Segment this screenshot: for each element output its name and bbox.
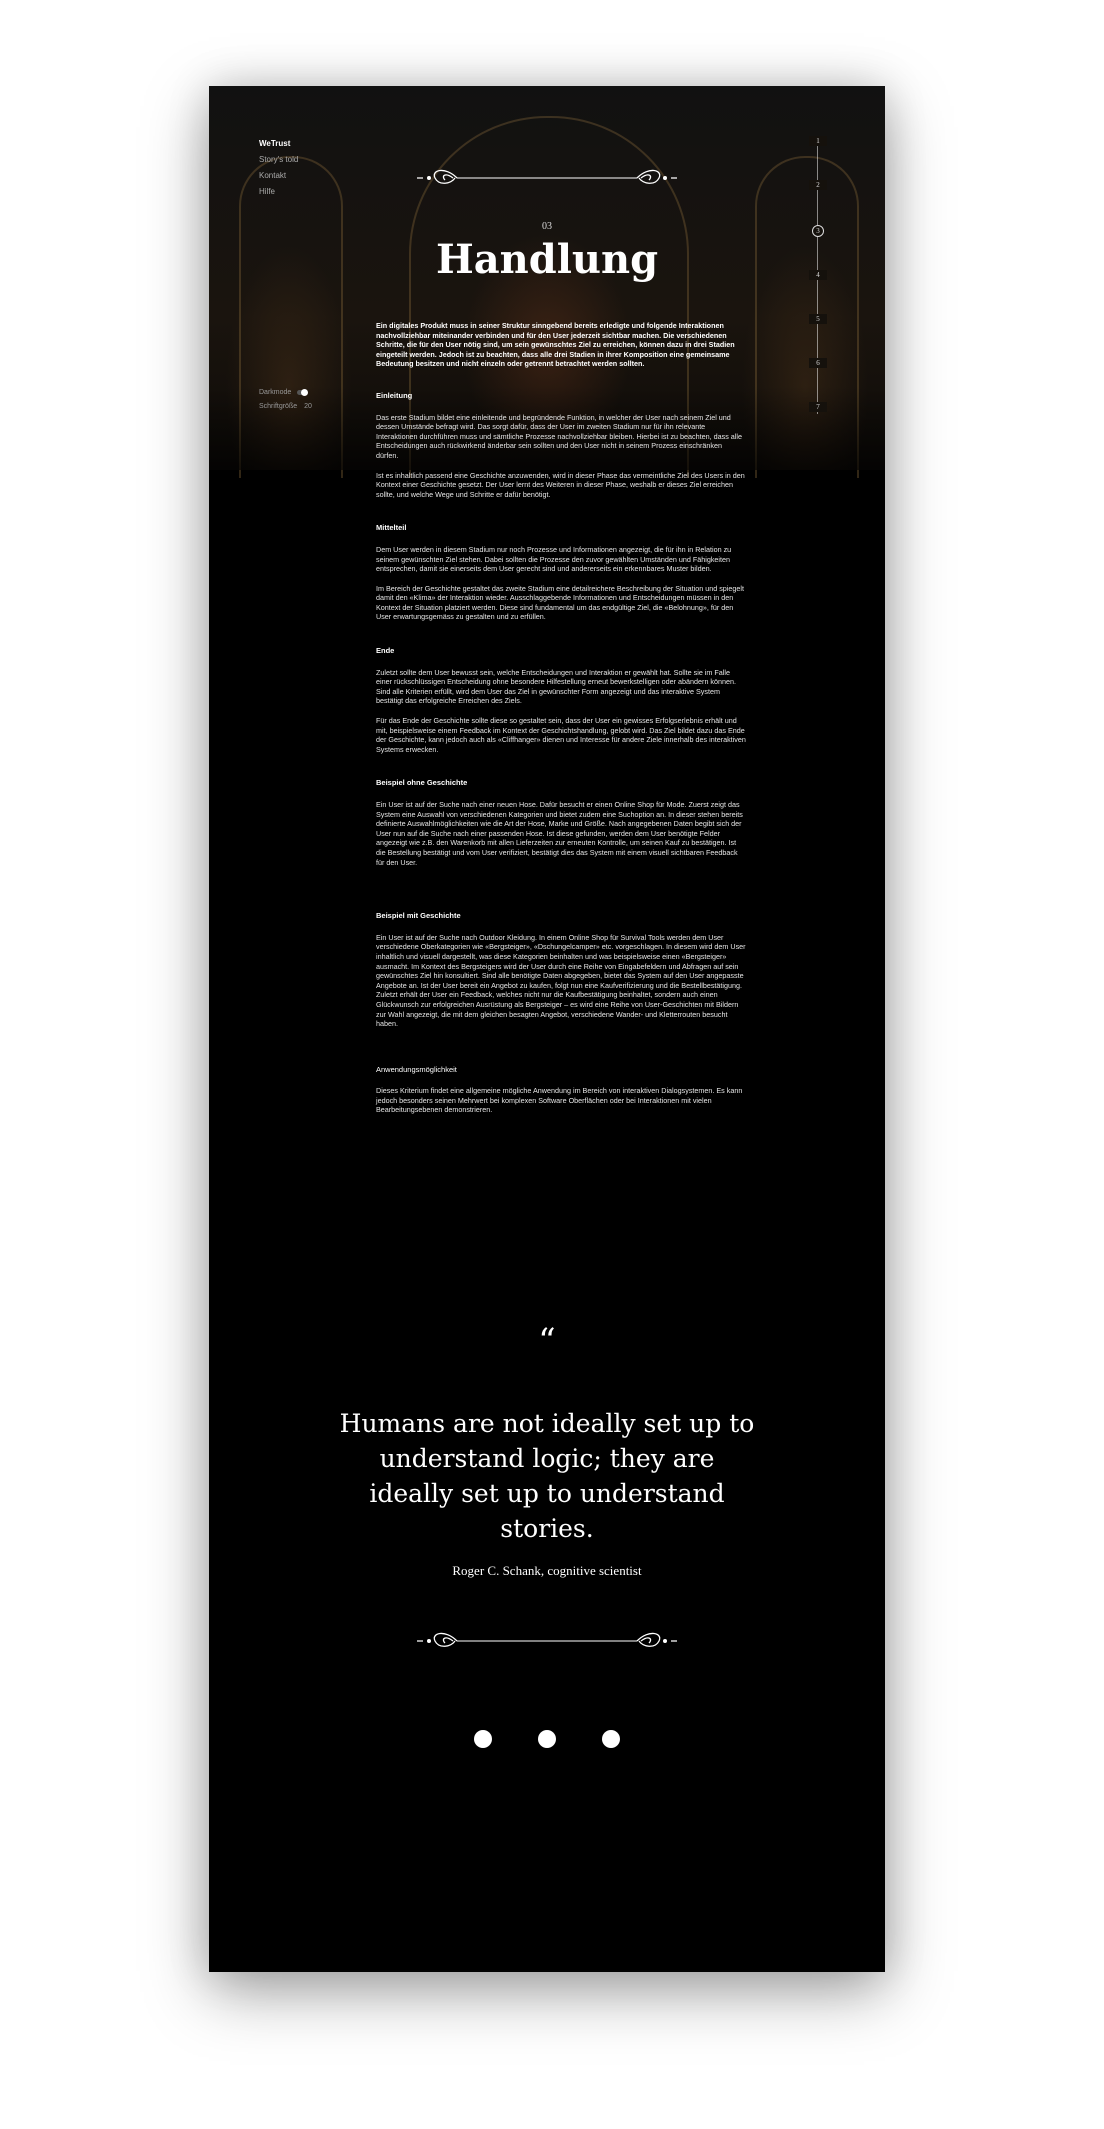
paragraph: Für das Ende der Geschichte sollte diese… — [376, 716, 746, 754]
lead-paragraph: Ein digitales Produkt muss in seiner Str… — [376, 321, 735, 369]
heading-anwendungsmoeglichkeit: Anwendungsmöglichkeit — [376, 1064, 457, 1074]
heading-ende: Ende — [376, 646, 395, 656]
pagination-dots — [209, 1730, 885, 1753]
section-number: 03 — [542, 221, 552, 232]
toggle-knob — [301, 388, 309, 396]
heading-beispiel-mit-geschichte: Beispiel mit Geschichte — [376, 911, 461, 921]
pagination-dot-3[interactable] — [602, 1730, 621, 1748]
display-settings: Darkmode Schriftgröße 20 — [259, 386, 312, 414]
darkmode-label: Darkmode — [259, 389, 292, 396]
brand-logo[interactable]: WeTrust — [259, 136, 298, 152]
font-size-label: Schriftgröße — [259, 403, 298, 410]
page-title: Handlung — [435, 236, 659, 283]
quote-author: Roger C. Schank, cognitive scientist — [452, 1563, 642, 1578]
ornament-divider-bottom-icon — [417, 1632, 677, 1647]
quote-mark-icon: “ — [538, 1321, 556, 1361]
heading-beispiel-ohne-geschichte: Beispiel ohne Geschichte — [376, 778, 468, 788]
pagination-dot-1[interactable] — [473, 1730, 492, 1748]
article-body: Ein digitales Produkt muss in seiner Str… — [376, 321, 746, 1125]
paragraph: Ein User ist auf der Suche nach Outdoor … — [376, 932, 746, 1029]
chapter-step-1[interactable]: 1 — [809, 136, 827, 146]
darkmode-setting: Darkmode — [259, 386, 312, 400]
page-frame: WeTrust Story's told Kontakt Hilfe Darkm… — [209, 86, 885, 1972]
font-size-setting: Schriftgröße 20 — [259, 400, 312, 414]
paragraph: Ist es inhaltlich passend eine Geschicht… — [376, 470, 745, 499]
paragraph: Das erste Stadium bildet eine einleitend… — [376, 412, 742, 460]
chapter-step-6[interactable]: 6 — [809, 358, 827, 368]
paragraph: Im Bereich der Geschichte gestaltet das … — [376, 583, 744, 622]
darkmode-toggle[interactable] — [297, 388, 309, 396]
heading-einleitung: Einleitung — [376, 390, 413, 400]
pagination-dot-2[interactable] — [538, 1730, 556, 1748]
paragraph: Ein User ist auf der Suche nach einer ne… — [376, 800, 743, 867]
pull-quote: Humans are not ideally set up to underst… — [339, 1409, 755, 1543]
chapter-step-5[interactable]: 5 — [809, 314, 827, 324]
paragraph: Dem User werden in diesem Stadium nur no… — [376, 544, 732, 574]
chapter-step-7[interactable]: 7 — [809, 402, 827, 412]
paragraph: Dieses Kriterium findet eine allgemeine … — [376, 1086, 743, 1115]
heading-mittelteil: Mittelteil — [376, 523, 407, 533]
ornament-divider-top-icon — [417, 169, 677, 184]
paragraph: Zuletzt sollte dem User bewusst sein, we… — [376, 667, 737, 706]
font-size-value[interactable]: 20 — [304, 403, 312, 410]
